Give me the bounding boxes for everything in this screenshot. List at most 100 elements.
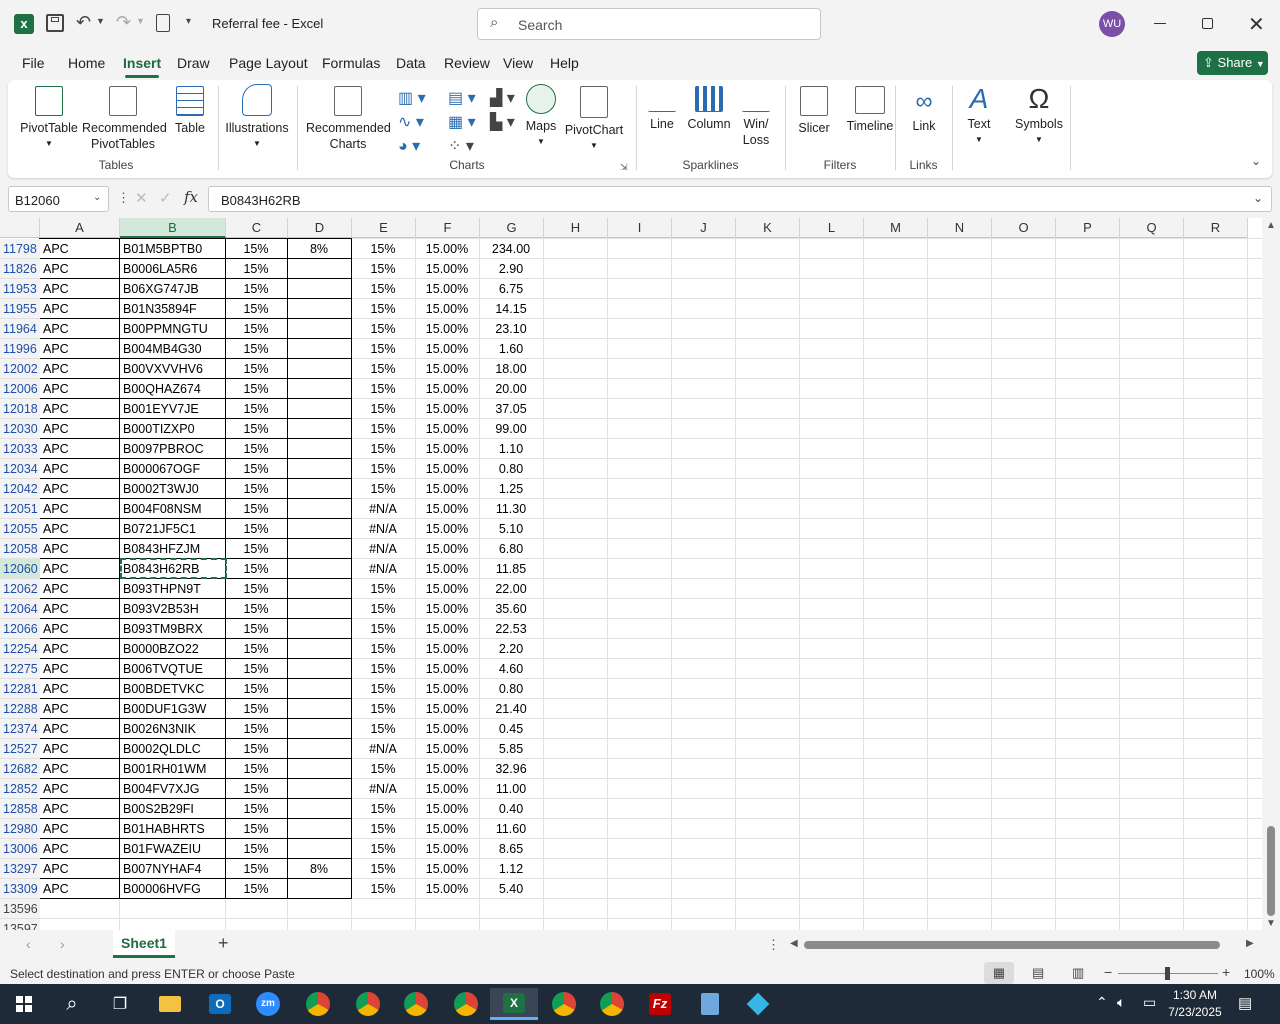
cell-a[interactable]: APC xyxy=(43,339,118,359)
cell-f[interactable]: 15.00% xyxy=(416,619,478,639)
row-header[interactable]: 12254 xyxy=(0,639,40,659)
cell-f[interactable]: 15.00% xyxy=(416,679,478,699)
cell-c[interactable]: 15% xyxy=(226,639,286,659)
cell-f[interactable]: 15.00% xyxy=(416,479,478,499)
cell-e[interactable]: 15% xyxy=(352,359,414,379)
cell-a[interactable]: APC xyxy=(43,519,118,539)
cell-c[interactable]: 15% xyxy=(226,779,286,799)
windows-start-icon[interactable] xyxy=(8,988,40,1020)
cell-a[interactable]: APC xyxy=(43,599,118,619)
cell-f[interactable]: 15.00% xyxy=(416,459,478,479)
zoom-out-icon[interactable]: − xyxy=(1104,964,1112,980)
cell-e[interactable]: 15% xyxy=(352,279,414,299)
cell-g[interactable]: 0.40 xyxy=(480,799,542,819)
cell-e[interactable]: #N/A xyxy=(352,739,414,759)
row-header[interactable]: 13596 xyxy=(0,899,40,919)
cell-f[interactable]: 15.00% xyxy=(416,879,478,899)
app-diamond-icon[interactable] xyxy=(742,988,774,1020)
row-header[interactable]: 13297 xyxy=(0,859,40,879)
cell-g[interactable]: 18.00 xyxy=(480,359,542,379)
tab-home[interactable]: Home xyxy=(68,48,105,80)
column-header-n[interactable]: N xyxy=(928,218,992,238)
cell-a[interactable]: APC xyxy=(43,779,118,799)
tab-review[interactable]: Review xyxy=(444,48,490,80)
cell-c[interactable]: 15% xyxy=(226,879,286,899)
cell-e[interactable]: 15% xyxy=(352,799,414,819)
cell-b[interactable]: B0006LA5R6 xyxy=(123,259,224,279)
cell-f[interactable]: 15.00% xyxy=(416,439,478,459)
cell-g[interactable]: 11.30 xyxy=(480,499,542,519)
cell-e[interactable]: #N/A xyxy=(352,779,414,799)
cell-d[interactable]: 8% xyxy=(288,859,350,879)
column-header-h[interactable]: H xyxy=(544,218,608,238)
tab-split-handle-icon[interactable]: ⋮ xyxy=(767,937,780,953)
row-header[interactable]: 12002 xyxy=(0,359,40,379)
restore-icon[interactable] xyxy=(1202,18,1213,29)
cell-a[interactable]: APC xyxy=(43,699,118,719)
cell-a[interactable]: APC xyxy=(43,499,118,519)
name-box[interactable]: B12060 ⌄ xyxy=(8,186,109,212)
cell-a[interactable]: APC xyxy=(43,399,118,419)
tab-file[interactable]: File xyxy=(22,48,45,80)
cell-f[interactable]: 15.00% xyxy=(416,379,478,399)
cell-f[interactable]: 15.00% xyxy=(416,739,478,759)
undo-icon[interactable]: ↶ xyxy=(76,12,91,33)
cell-a[interactable]: APC xyxy=(43,459,118,479)
cell-a[interactable]: APC xyxy=(43,739,118,759)
cell-b[interactable]: B0097PBROC xyxy=(123,439,224,459)
sparkline-column-button[interactable]: Column xyxy=(684,86,734,132)
cell-g[interactable]: 23.10 xyxy=(480,319,542,339)
link-button[interactable]: ∞ Link xyxy=(904,86,944,134)
cell-e[interactable]: 15% xyxy=(352,319,414,339)
cell-a[interactable]: APC xyxy=(43,759,118,779)
cell-a[interactable]: APC xyxy=(43,539,118,559)
cell-g[interactable]: 6.80 xyxy=(480,539,542,559)
cell-f[interactable]: 15.00% xyxy=(416,419,478,439)
cell-c[interactable]: 15% xyxy=(226,499,286,519)
cell-g[interactable]: 0.80 xyxy=(480,459,542,479)
cell-b[interactable]: B0002T3WJ0 xyxy=(123,479,224,499)
cell-c[interactable]: 15% xyxy=(226,379,286,399)
cell-a[interactable]: APC xyxy=(43,279,118,299)
cell-f[interactable]: 15.00% xyxy=(416,639,478,659)
cell-a[interactable]: APC xyxy=(43,319,118,339)
cell-e[interactable]: 15% xyxy=(352,619,414,639)
cell-f[interactable]: 15.00% xyxy=(416,579,478,599)
redo-icon[interactable]: ↷ xyxy=(116,12,131,33)
cell-e[interactable]: 15% xyxy=(352,239,414,259)
cell-b[interactable]: B0721JF5C1 xyxy=(123,519,224,539)
column-header-q[interactable]: Q xyxy=(1120,218,1184,238)
illustrations-button[interactable]: Illustrations ▼ xyxy=(222,84,292,152)
filezilla-icon[interactable]: Fz xyxy=(644,988,676,1020)
column-header-a[interactable]: A xyxy=(40,218,120,238)
cell-a[interactable]: APC xyxy=(43,679,118,699)
column-header-m[interactable]: M xyxy=(864,218,928,238)
clock[interactable]: 1:30 AM 7/23/2025 xyxy=(1160,987,1230,1021)
cell-c[interactable]: 15% xyxy=(226,339,286,359)
cell-b[interactable]: B00BDETVKC xyxy=(123,679,224,699)
cell-e[interactable]: 15% xyxy=(352,819,414,839)
cell-f[interactable]: 15.00% xyxy=(416,239,478,259)
cell-b[interactable]: B001RH01WM xyxy=(123,759,224,779)
tab-view[interactable]: View xyxy=(503,48,533,80)
cell-f[interactable]: 15.00% xyxy=(416,719,478,739)
row-header[interactable]: 12066 xyxy=(0,619,40,639)
sparkline-line-button[interactable]: Line xyxy=(644,86,680,132)
column-header-e[interactable]: E xyxy=(352,218,416,238)
tab-draw[interactable]: Draw xyxy=(177,48,210,80)
row-header[interactable]: 12034 xyxy=(0,459,40,479)
cell-a[interactable]: APC xyxy=(43,659,118,679)
recommended-charts-button[interactable]: Recommended Charts xyxy=(306,86,391,152)
row-header[interactable]: 12281 xyxy=(0,679,40,699)
sheet-tab-sheet1[interactable]: Sheet1 xyxy=(113,930,175,958)
chrome-profile-icon[interactable] xyxy=(352,988,384,1020)
cell-e[interactable]: 15% xyxy=(352,719,414,739)
column-header-b[interactable]: B xyxy=(120,218,226,238)
cell-f[interactable]: 15.00% xyxy=(416,519,478,539)
column-header-j[interactable]: J xyxy=(672,218,736,238)
cell-f[interactable]: 15.00% xyxy=(416,839,478,859)
cell-a[interactable]: APC xyxy=(43,839,118,859)
column-header-i[interactable]: I xyxy=(608,218,672,238)
normal-view-icon[interactable]: ▦ xyxy=(984,962,1014,984)
cell-e[interactable]: 15% xyxy=(352,299,414,319)
